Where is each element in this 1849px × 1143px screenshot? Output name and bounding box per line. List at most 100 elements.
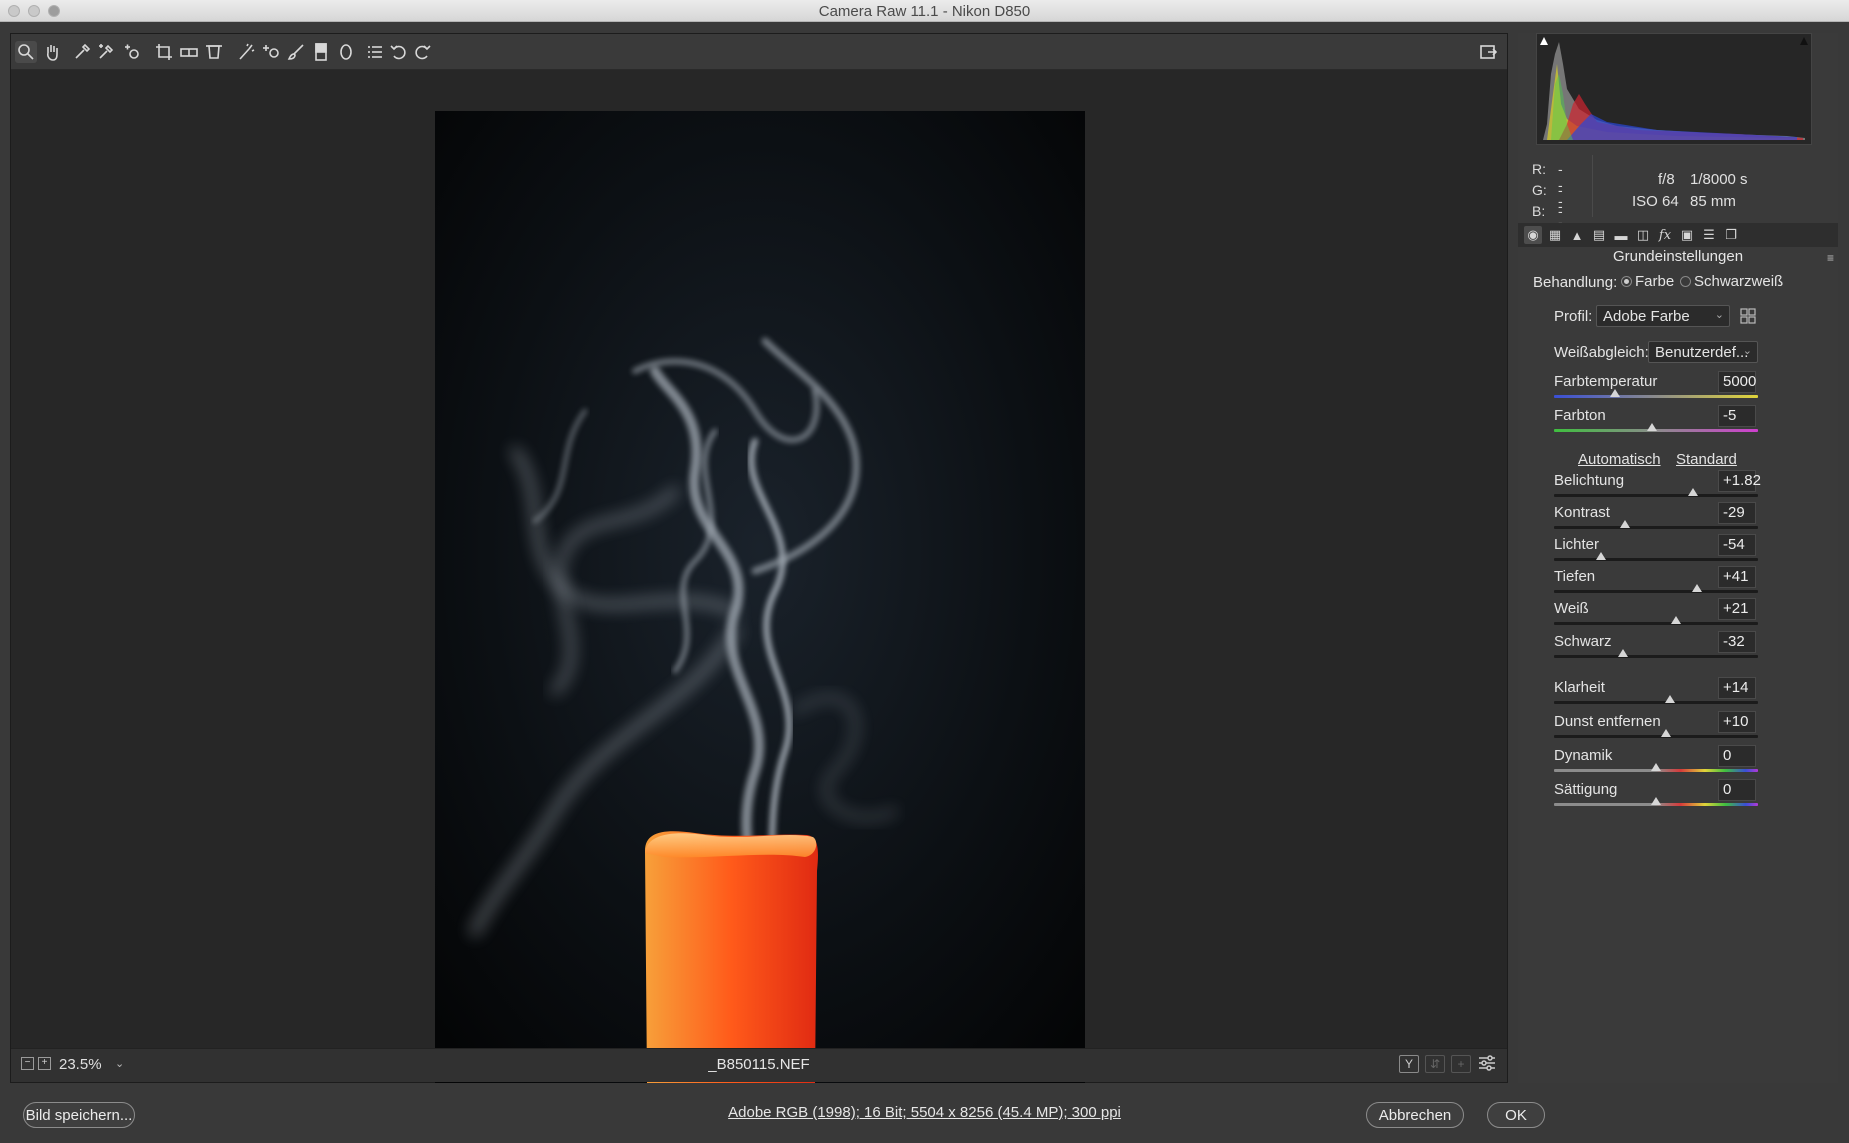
slider-thumb[interactable] xyxy=(1671,616,1682,624)
list-icon xyxy=(368,46,382,58)
bottom-bar: Bild speichern... Adobe RGB (1998); 16 B… xyxy=(0,1088,1849,1143)
image-viewer[interactable] xyxy=(11,71,1507,1083)
copy-settings-button[interactable]: + xyxy=(1451,1055,1471,1073)
white-balance-tool[interactable] xyxy=(71,41,93,63)
detail-tab-icon[interactable]: ▲ xyxy=(1568,226,1586,244)
panel-title: Grundeinstellungen xyxy=(1612,248,1744,265)
before-after-button[interactable]: Y xyxy=(1399,1055,1419,1073)
slider-track[interactable] xyxy=(1554,488,1758,497)
wb-dropdown[interactable]: Benutzerdef... ⌄ xyxy=(1648,341,1758,363)
spot-removal-tool[interactable] xyxy=(235,41,257,63)
tone-curve-tab-icon[interactable]: ▦ xyxy=(1546,226,1564,244)
slider-track[interactable] xyxy=(1554,584,1758,593)
slider-track[interactable] xyxy=(1554,552,1758,561)
hsl-tab-icon[interactable]: ▤ xyxy=(1590,226,1608,244)
slider-track[interactable] xyxy=(1554,520,1758,529)
slider-value-field[interactable]: +21 xyxy=(1718,598,1756,620)
slider-thumb[interactable] xyxy=(1661,729,1672,737)
treatment-bw-radio[interactable] xyxy=(1680,276,1691,287)
slider-value-field[interactable]: 0 xyxy=(1718,745,1756,767)
slider-thumb[interactable] xyxy=(1646,423,1657,431)
split-toning-tab-icon[interactable]: ▬ xyxy=(1612,226,1630,244)
hand-tool[interactable] xyxy=(41,41,63,63)
treatment-color-label[interactable]: Farbe xyxy=(1635,273,1674,290)
crop-tool[interactable] xyxy=(153,41,175,63)
slider-thumb[interactable] xyxy=(1665,695,1676,703)
chevron-down-icon: ⌄ xyxy=(1714,309,1724,321)
spot-brush-icon xyxy=(239,43,255,60)
toggle-settings-button[interactable] xyxy=(1477,1055,1497,1073)
adjustment-brush-tool[interactable] xyxy=(285,41,307,63)
slider-track[interactable] xyxy=(1554,616,1758,625)
red-eye-tool[interactable] xyxy=(260,41,282,63)
straighten-tool[interactable] xyxy=(178,41,200,63)
swap-settings-button[interactable]: ⇵ xyxy=(1425,1055,1445,1073)
slider-thumb[interactable] xyxy=(1620,520,1631,528)
presets-tab-icon[interactable]: ☰ xyxy=(1700,226,1718,244)
histogram xyxy=(1536,33,1812,145)
iso: ISO 64 xyxy=(1632,193,1679,210)
transform-tool[interactable] xyxy=(203,41,225,63)
calibration-tab-icon[interactable]: ▣ xyxy=(1678,226,1696,244)
slider-value-field[interactable]: -54 xyxy=(1718,534,1756,556)
rotate-right-tool[interactable] xyxy=(411,41,433,63)
auto-button[interactable]: Automatisch xyxy=(1578,451,1661,468)
slider-value-field[interactable]: +10 xyxy=(1718,711,1756,733)
slider-thumb[interactable] xyxy=(1618,649,1629,657)
slider-value-field[interactable]: +41 xyxy=(1718,566,1756,588)
slider-value-field[interactable]: -29 xyxy=(1718,502,1756,524)
view-buttons: Y ⇵ + xyxy=(1399,1055,1497,1073)
rotate-left-tool[interactable] xyxy=(388,41,410,63)
slider-track[interactable] xyxy=(1554,649,1758,658)
graduated-filter-tool[interactable] xyxy=(310,41,332,63)
preferences-tool[interactable] xyxy=(364,41,386,63)
basic-tab-icon[interactable]: ◉ xyxy=(1524,226,1542,244)
targeted-adjustment-tool[interactable] xyxy=(121,41,143,63)
profile-browser-icon[interactable] xyxy=(1740,308,1756,329)
slider-value-field[interactable]: +1.82 xyxy=(1718,470,1761,492)
wb-value: Benutzerdef... xyxy=(1655,344,1749,361)
effects-tab-icon[interactable]: fx xyxy=(1656,226,1674,244)
zoom-tool[interactable] xyxy=(15,41,37,63)
default-button[interactable]: Standard xyxy=(1676,451,1737,468)
profile-dropdown[interactable]: Adobe Farbe ⌄ xyxy=(1596,305,1730,327)
slider-thumb[interactable] xyxy=(1651,763,1661,771)
treatment-color-radio[interactable] xyxy=(1621,276,1632,287)
workflow-options-link[interactable]: Adobe RGB (1998); 16 Bit; 5504 x 8256 (4… xyxy=(0,1104,1849,1121)
smoke-candle-photo xyxy=(435,111,1085,1083)
readouts: R:--- G:--- B:--- f/8 1/8000 s ISO 64 85… xyxy=(1532,151,1832,251)
ok-button[interactable]: OK xyxy=(1487,1102,1545,1128)
slider-track[interactable] xyxy=(1554,389,1758,398)
cancel-button[interactable]: Abbrechen xyxy=(1366,1102,1464,1128)
slider-track[interactable] xyxy=(1554,423,1758,432)
slider-thumb[interactable] xyxy=(1691,584,1702,592)
color-sampler-tool[interactable] xyxy=(95,41,117,63)
status-bar: − + 23.5% ⌄ _B850115.NEF Y ⇵ + xyxy=(11,1048,1507,1082)
slider-track[interactable] xyxy=(1554,797,1758,806)
slider-value-field[interactable]: -32 xyxy=(1718,631,1756,653)
slider-value-field[interactable]: -5 xyxy=(1718,405,1756,427)
slider-thumb[interactable] xyxy=(1595,552,1606,560)
panel-menu-icon[interactable]: ≡ xyxy=(1827,251,1834,265)
slider-track[interactable] xyxy=(1554,695,1758,704)
treatment-bw-label[interactable]: Schwarzweiß xyxy=(1694,273,1783,290)
transform-icon xyxy=(206,45,222,59)
red-eye-icon xyxy=(263,45,279,58)
slider-value-field[interactable]: 5000 xyxy=(1718,371,1756,393)
lens-tab-icon[interactable]: ◫ xyxy=(1634,226,1652,244)
slider-value-field[interactable]: 0 xyxy=(1718,779,1756,801)
slider-thumb[interactable] xyxy=(1651,797,1661,805)
shadow-clipping-icon[interactable] xyxy=(1539,36,1549,46)
slider-label: Farbton xyxy=(1554,407,1606,424)
radial-filter-tool[interactable] xyxy=(335,41,357,63)
fullscreen-button[interactable] xyxy=(1477,41,1499,63)
slider-thumb[interactable] xyxy=(1687,488,1698,496)
slider-track[interactable] xyxy=(1554,729,1758,738)
hand-icon xyxy=(47,45,58,61)
slider-track[interactable] xyxy=(1554,763,1758,772)
slider-thumb[interactable] xyxy=(1610,389,1621,397)
highlight-clipping-icon[interactable] xyxy=(1799,36,1809,46)
slider-label: Dunst entfernen xyxy=(1554,713,1661,730)
snapshots-tab-icon[interactable]: ❐ xyxy=(1722,226,1740,244)
slider-value-field[interactable]: +14 xyxy=(1718,677,1756,699)
